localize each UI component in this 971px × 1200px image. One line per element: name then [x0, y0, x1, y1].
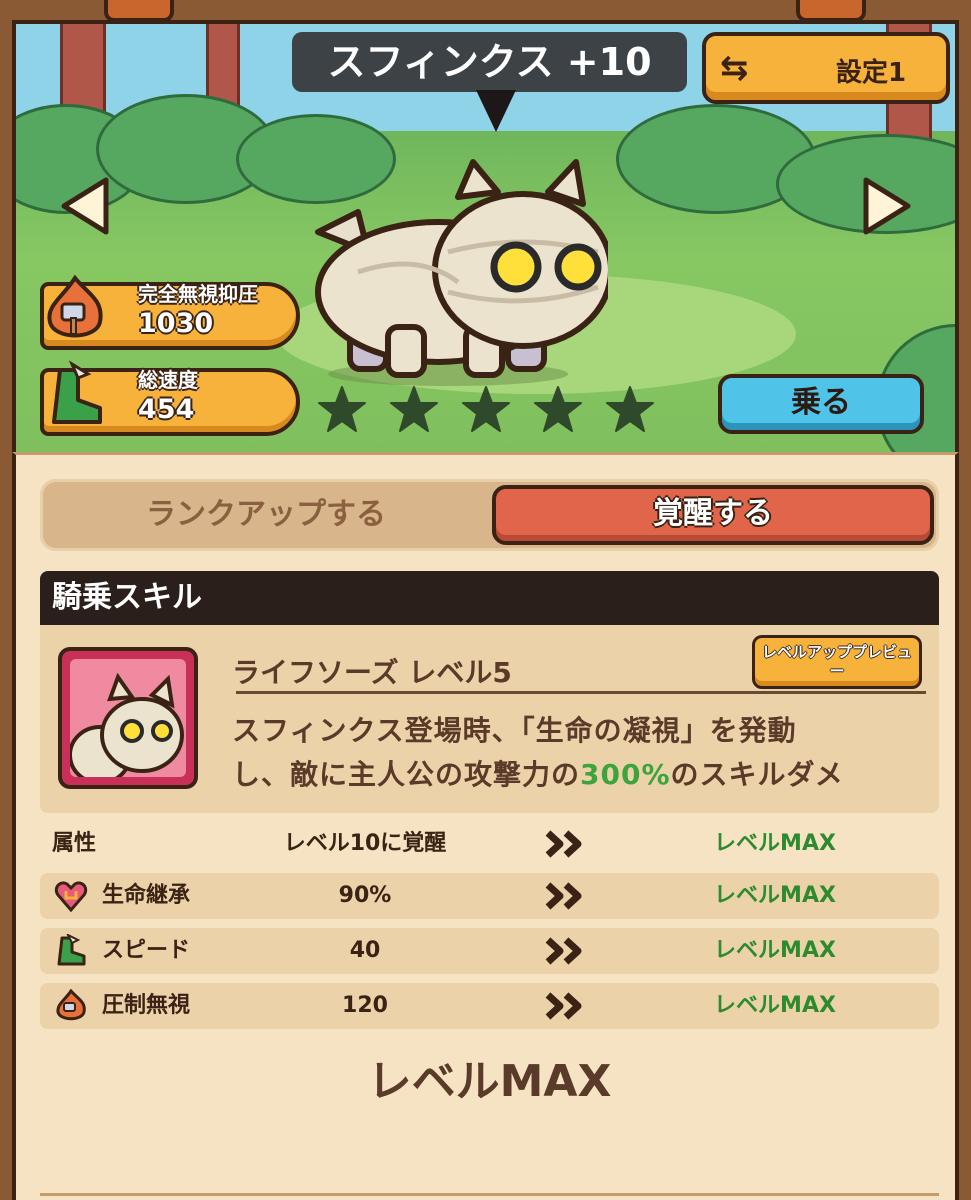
double-chevron-right-icon [545, 882, 582, 910]
ride-button[interactable]: 乗る [718, 374, 924, 434]
swap-arrows-icon: ⇆ [720, 48, 749, 88]
star-icon [390, 386, 438, 432]
detail-panel: ランクアップする 覚醒する 騎乗スキル ライフソーズ レベル5 レベルアッププレ… [12, 452, 959, 1200]
preset-switch-button[interactable]: ⇆ 設定1 [702, 32, 950, 104]
attr-next: レベルMAX [714, 993, 836, 1018]
stat-total-speed: 総速度 454 [40, 360, 300, 436]
attr-name: スピード [102, 938, 191, 963]
attr-col-name: 属性 [52, 831, 97, 856]
damage-percent: 300% [580, 758, 671, 791]
attr-col-next: レベルMAX [714, 831, 836, 856]
star-icon [534, 386, 582, 432]
attribute-header-row: 属性 レベル10に覚醒 レベルMAX [40, 821, 939, 867]
attr-current: 40 [349, 938, 381, 963]
life-inherit-icon [54, 881, 88, 913]
prev-mount-arrow[interactable] [56, 174, 112, 238]
star-icon [462, 386, 510, 432]
attribute-row: 圧制無視 120 レベルMAX [40, 983, 939, 1029]
skill-desc-line1: スフィンクス登場時、「生命の凝視」を発動 [232, 714, 797, 747]
frame-tab-left [104, 0, 174, 22]
double-chevron-right-icon [545, 992, 582, 1020]
attr-current: 90% [338, 883, 392, 908]
skill-name: ライフソーズ レベル5 [232, 656, 512, 689]
star-icon [606, 386, 654, 432]
preset-label: 設定1 [835, 58, 907, 88]
attr-name: 圧制無視 [102, 993, 191, 1018]
mount-name-plate: スフィンクス +10 [292, 32, 687, 92]
speed-boot-icon [57, 934, 86, 966]
speed-boot-icon [52, 360, 102, 424]
attribute-row: 生命継承 90% レベルMAX [40, 873, 939, 919]
divider [40, 1193, 939, 1196]
next-mount-arrow[interactable] [860, 174, 916, 238]
skill-desc-line2: し、敵に主人公の攻撃力の300%のスキルダメ [232, 753, 922, 797]
divider [236, 691, 926, 694]
chevron-left-icon [61, 177, 109, 235]
sphinx-portrait-icon [70, 672, 184, 777]
desc-text: のスキルダメ [670, 758, 844, 791]
attr-current: 120 [342, 993, 388, 1018]
tab-awaken[interactable]: 覚醒する [492, 485, 934, 545]
desc-text: し、敵に主人公の攻撃力の [232, 758, 581, 791]
tab-bar: ランクアップする 覚醒する [40, 479, 939, 551]
suppression-ignore-icon [56, 989, 86, 1021]
star-icon [318, 386, 366, 432]
double-chevron-right-icon [545, 937, 582, 965]
suppression-ignore-icon [47, 274, 103, 338]
skill-description: スフィンクス登場時、「生命の凝視」を発動 し、敵に主人公の攻撃力の300%のスキ… [232, 709, 922, 797]
chevron-right-icon [863, 177, 911, 235]
level-up-preview-button[interactable]: レベルアッププレビュー [752, 635, 922, 689]
skill-icon-art [70, 659, 186, 777]
stat-value: 1030 [138, 308, 214, 339]
attr-next: レベルMAX [714, 883, 836, 908]
attr-col-current: レベル10に覚醒 [283, 831, 447, 856]
stat-suppression-ignore: 完全無視抑圧 1030 [40, 274, 300, 350]
attr-next: レベルMAX [714, 938, 836, 963]
attribute-row: スピード 40 レベルMAX [40, 928, 939, 974]
stat-value: 454 [138, 394, 195, 425]
skill-card: ライフソーズ レベル5 レベルアッププレビュー スフィンクス登場時、「生命の凝視… [40, 625, 939, 813]
name-pointer [476, 90, 516, 132]
riding-skill-header: 騎乗スキル [40, 571, 939, 625]
double-chevron-right-icon [545, 830, 582, 858]
mount-scene: スフィンクス +10 ⇆ 設定1 完全無視抑圧 1030 総速度 454 乗る [12, 20, 959, 452]
stat-label: 総速度 [138, 368, 198, 392]
tab-rank-up[interactable]: ランクアップする [40, 479, 492, 551]
attr-name: 生命継承 [102, 883, 191, 908]
sphinx-mount-sprite [315, 159, 608, 386]
max-level-label: レベルMAX [367, 1056, 612, 1107]
game-frame: スフィンクス +10 ⇆ 設定1 完全無視抑圧 1030 総速度 454 乗る … [0, 0, 971, 1200]
frame-tab-right [796, 0, 866, 22]
skill-icon[interactable] [58, 647, 198, 789]
stat-label: 完全無視抑圧 [138, 282, 258, 306]
